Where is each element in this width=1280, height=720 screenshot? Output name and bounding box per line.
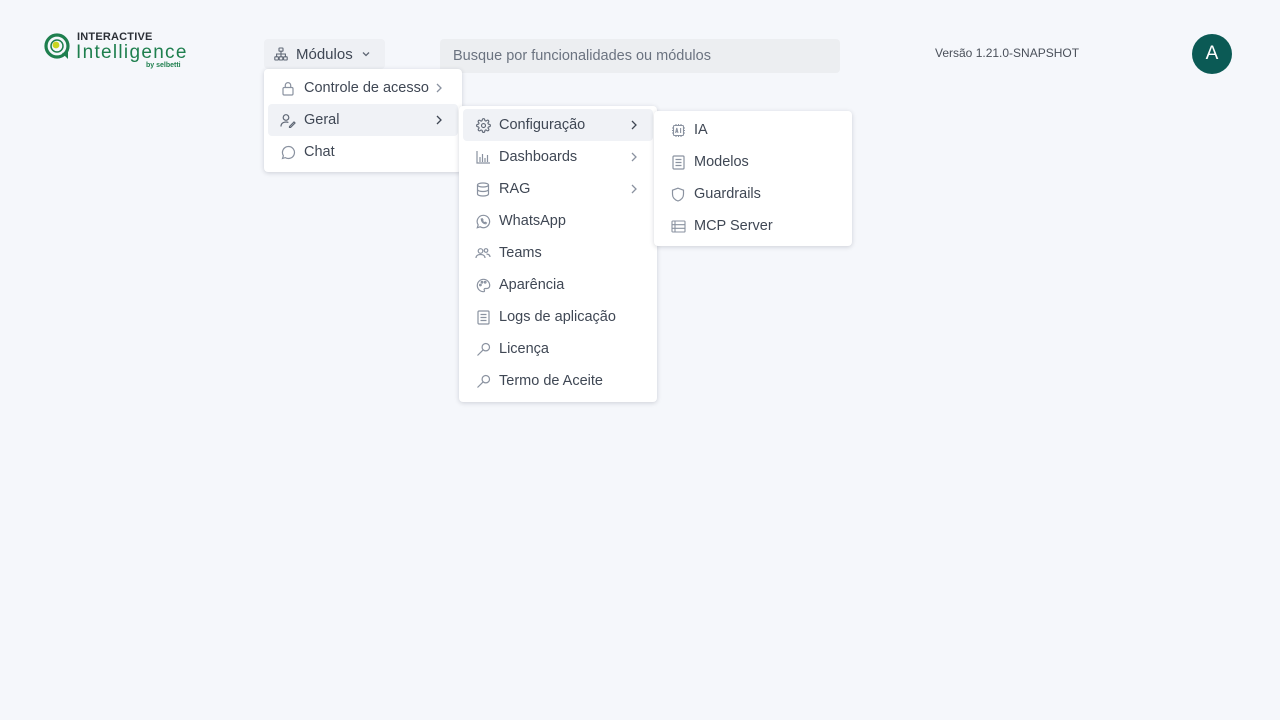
chevron-right-icon: [631, 120, 637, 130]
menu-item-ia[interactable]: IA: [658, 114, 848, 146]
menu-item-label: Teams: [499, 245, 542, 261]
menu-item-logs-de-aplicacao[interactable]: Logs de aplicação: [463, 301, 653, 333]
menu-item-chat[interactable]: Chat: [268, 136, 458, 168]
document-icon: [670, 154, 686, 170]
menu-item-guardrails[interactable]: Guardrails: [658, 178, 848, 210]
menu-item-licenca[interactable]: Licença: [463, 333, 653, 365]
modules-dropdown-menu: Controle de acesso Geral Chat: [264, 69, 462, 172]
database-icon: [475, 181, 491, 197]
ai-chip-icon: [670, 122, 686, 138]
menu-item-whatsapp[interactable]: WhatsApp: [463, 205, 653, 237]
lock-icon: [280, 80, 296, 96]
version-label: Versão 1.21.0-SNAPSHOT: [935, 46, 1080, 60]
menu-item-dashboards[interactable]: Dashboards: [463, 141, 653, 173]
menu-item-rag[interactable]: RAG: [463, 173, 653, 205]
sitemap-icon: [274, 47, 288, 61]
menu-item-label: Termo de Aceite: [499, 373, 603, 389]
menu-item-label: Controle de acesso: [304, 80, 429, 96]
user-avatar[interactable]: A: [1192, 34, 1232, 74]
search-input[interactable]: [440, 39, 840, 73]
key-icon: [475, 373, 491, 389]
menu-item-label: RAG: [499, 181, 531, 197]
whatsapp-icon: [475, 213, 491, 229]
menu-item-aparencia[interactable]: Aparência: [463, 269, 653, 301]
palette-icon: [475, 277, 491, 293]
modules-menu-button[interactable]: Módulos: [264, 39, 385, 69]
configuracao-submenu: IA Modelos Guardrails MCP Server: [654, 111, 852, 246]
menu-item-label: Aparência: [499, 277, 565, 293]
document-icon: [475, 309, 491, 325]
menu-item-modelos[interactable]: Modelos: [658, 146, 848, 178]
bar-chart-icon: [475, 149, 491, 165]
geral-submenu: Configuração Dashboards RAG WhatsApp Tea…: [459, 106, 657, 402]
chevron-right-icon: [631, 152, 637, 162]
shield-icon: [670, 186, 686, 202]
chat-bubble-icon: [280, 144, 296, 160]
menu-item-label: MCP Server: [694, 218, 773, 234]
logo-mark-icon: [44, 33, 70, 59]
menu-item-label: Modelos: [694, 154, 749, 170]
menu-item-termo-de-aceite[interactable]: Termo de Aceite: [463, 365, 653, 397]
menu-item-label: Dashboards: [499, 149, 578, 165]
gear-icon: [475, 117, 491, 133]
menu-item-teams[interactable]: Teams: [463, 237, 653, 269]
menu-item-label: Guardrails: [694, 186, 761, 202]
menu-item-label: WhatsApp: [499, 213, 566, 229]
menu-item-label: Chat: [304, 144, 335, 160]
chevron-right-icon: [436, 115, 442, 125]
chevron-right-icon: [631, 184, 637, 194]
menu-item-controle-de-acesso[interactable]: Controle de acesso: [268, 72, 458, 104]
user-edit-icon: [280, 112, 296, 128]
menu-item-configuracao[interactable]: Configuração: [463, 109, 653, 141]
menu-item-label: Geral: [304, 112, 340, 128]
app-logo[interactable]: INTERACTIVE Intelligence by selbetti: [42, 30, 192, 74]
menu-item-label: Licença: [499, 341, 549, 357]
modules-label: Módulos: [296, 45, 353, 63]
menu-item-label: Configuração: [499, 117, 586, 133]
menu-item-geral[interactable]: Geral: [268, 104, 458, 136]
chevron-down-icon: [362, 52, 370, 57]
users-icon: [475, 245, 491, 261]
chevron-right-icon: [436, 83, 442, 93]
menu-item-mcp-server[interactable]: MCP Server: [658, 210, 848, 242]
key-icon: [475, 341, 491, 357]
logo-wordmark-sub: by selbetti: [146, 62, 181, 69]
menu-item-label: IA: [694, 122, 708, 138]
menu-item-label: Logs de aplicação: [499, 309, 616, 325]
server-icon: [670, 218, 686, 234]
logo-wordmark-main: Intelligence: [76, 42, 188, 63]
